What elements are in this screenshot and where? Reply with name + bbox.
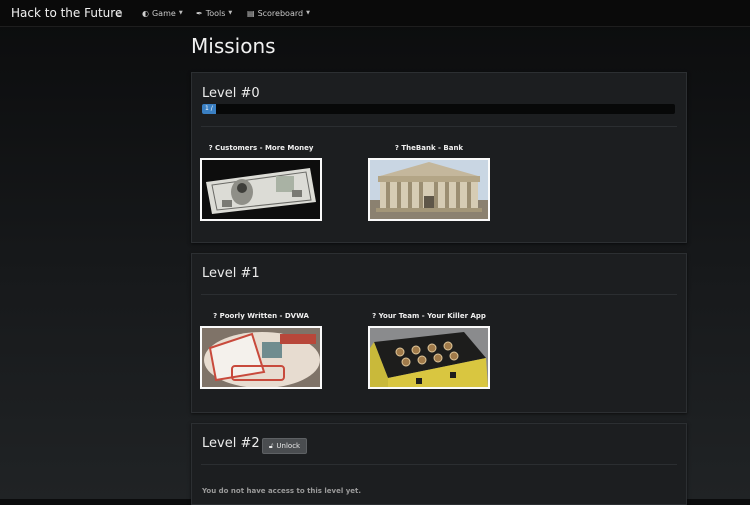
divider xyxy=(201,464,677,465)
divider xyxy=(201,126,677,127)
mission-title[interactable]: ? Your Team - Your Killer App xyxy=(368,312,490,320)
chevron-down-icon: ▼ xyxy=(178,10,183,16)
mission-title[interactable]: ? Customers - More Money xyxy=(200,144,322,152)
wrench-icon: ✒ xyxy=(196,8,203,18)
mission-card[interactable]: ? TheBank - Bank xyxy=(368,144,490,221)
level-panel-0: Level #0 1 / ? Customers - More Money ? … xyxy=(191,72,687,243)
dvwa-sticker-image[interactable] xyxy=(200,326,322,389)
level-panel-1: Level #1 ? Poorly Written - DVWA ? Your … xyxy=(191,253,687,413)
nav-game[interactable]: ◐ Game ▼ xyxy=(142,9,183,18)
level-title: Level #1 xyxy=(202,266,260,281)
page-title: Missions xyxy=(191,34,276,58)
level-panel-2: Level #2 🔓︎ Unlock You do not have acces… xyxy=(191,423,687,505)
nav-scoreboard[interactable]: ▤ Scoreboard ▼ xyxy=(247,9,310,18)
nav-tools-label: Tools xyxy=(205,8,226,18)
top-navbar: Hack to the Future ⌂ ◐ Game ▼ ✒ Tools ▼ … xyxy=(0,0,750,27)
mission-title[interactable]: ? TheBank - Bank xyxy=(368,144,490,152)
mission-card[interactable]: ? Customers - More Money xyxy=(200,144,322,221)
mission-title[interactable]: ? Poorly Written - DVWA xyxy=(200,312,322,320)
home-icon: ⌂ xyxy=(117,8,123,18)
brand-link[interactable]: Hack to the Future xyxy=(11,6,122,20)
divider xyxy=(201,294,677,295)
level-progress-bar: 1 / xyxy=(202,104,675,114)
level-title: Level #2 xyxy=(202,436,260,451)
mission-card[interactable]: ? Poorly Written - DVWA xyxy=(200,312,322,389)
level-title: Level #0 xyxy=(202,86,260,101)
unlock-button[interactable]: 🔓︎ Unlock xyxy=(262,438,307,454)
chevron-down-icon: ▼ xyxy=(228,10,233,16)
bank-building-image[interactable] xyxy=(368,158,490,221)
unlock-button-label: Unlock xyxy=(276,442,301,450)
chart-icon: ▤ xyxy=(247,8,255,18)
nav-home[interactable]: ⌂ xyxy=(117,9,125,18)
money-bill-image[interactable] xyxy=(200,158,322,221)
chevron-down-icon: ▼ xyxy=(306,10,310,16)
nav-game-label: Game xyxy=(151,8,176,18)
gamepad-icon: ◐ xyxy=(142,8,149,18)
killer-app-device-image[interactable] xyxy=(368,326,490,389)
unlock-icon: 🔓︎ xyxy=(268,441,274,450)
nav-scoreboard-label: Scoreboard xyxy=(257,8,304,18)
progress-fill: 1 / xyxy=(202,104,217,114)
no-access-notice: You do not have access to this level yet… xyxy=(202,487,362,495)
mission-card[interactable]: ? Your Team - Your Killer App xyxy=(368,312,490,389)
nav-tools[interactable]: ✒ Tools ▼ xyxy=(196,9,232,18)
